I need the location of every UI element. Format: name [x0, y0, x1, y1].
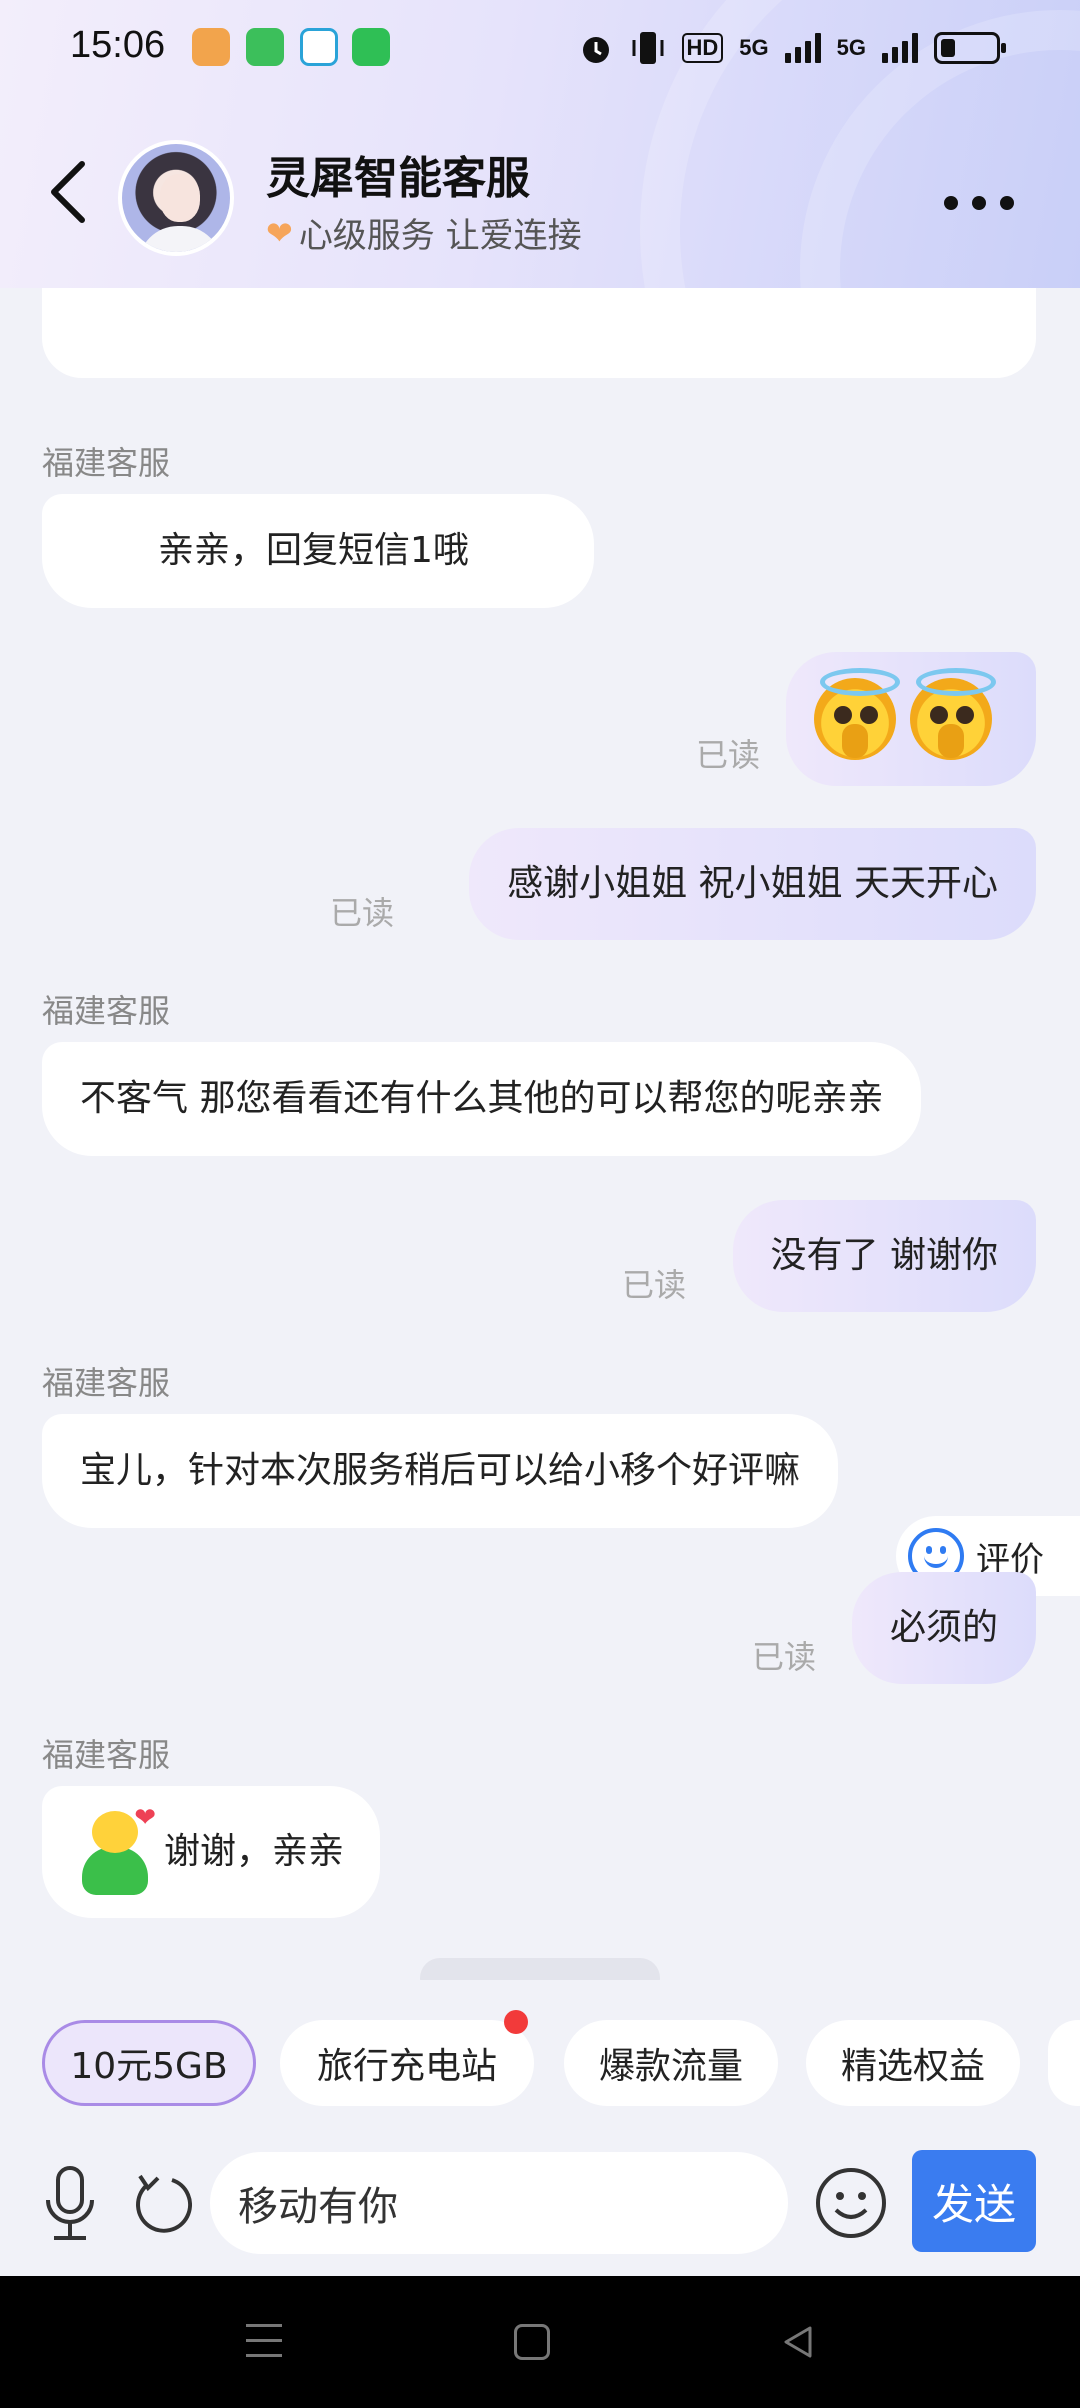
outgoing-message: 没有了 谢谢你	[732, 1200, 1036, 1312]
agent-avatar[interactable]	[118, 140, 234, 256]
outgoing-sticker-message	[786, 652, 1036, 786]
read-receipt: 已读	[696, 736, 761, 774]
new-badge	[504, 2010, 528, 2034]
sender-name: 福建客服	[42, 1364, 171, 1402]
sender-name: 福建客服	[42, 444, 171, 482]
sender-name: 福建客服	[42, 992, 171, 1030]
outgoing-message: 必须的	[851, 1572, 1036, 1684]
home-icon[interactable]	[514, 2324, 550, 2360]
incoming-message: 不客气 那您看看还有什么其他的可以帮您的呢亲亲	[42, 1042, 922, 1156]
input-bar: 移动有你 发送	[0, 2130, 1080, 2276]
waving-sticker-icon: ❤	[74, 1803, 156, 1897]
app-notification-icon	[192, 28, 230, 66]
refresh-icon[interactable]	[132, 2170, 192, 2236]
read-receipt: 已读	[622, 1266, 687, 1304]
status-bar: 15:06 HD 5G 5G	[0, 0, 1080, 96]
chip-10yuan-5gb[interactable]: 10元5GB	[42, 2020, 256, 2106]
chip-travel-charging[interactable]: 旅行充电站	[280, 2010, 534, 2106]
emoji-icon[interactable]	[814, 2166, 888, 2240]
signal-strength-icon	[784, 33, 821, 63]
message-input[interactable]: 移动有你	[210, 2152, 788, 2254]
hd-voice-icon: HD	[681, 33, 724, 63]
chip-hot-data[interactable]: 爆款流量	[564, 2020, 778, 2106]
send-button[interactable]: 发送	[912, 2150, 1036, 2252]
battery-icon	[934, 32, 1006, 64]
status-time: 15:06	[70, 24, 166, 66]
previous-message-card	[42, 288, 1036, 378]
microphone-icon[interactable]	[42, 2166, 98, 2242]
sender-name: 福建客服	[42, 1736, 171, 1774]
chip-label: 旅行充电站	[316, 2046, 497, 2087]
network-type-icon: 5G	[739, 35, 769, 60]
store-notification-icon	[352, 28, 390, 66]
incoming-sticker-message: ❤ 谢谢，亲亲	[42, 1786, 381, 1918]
read-receipt: 已读	[752, 1638, 817, 1676]
network-type-icon: 5G	[836, 35, 866, 60]
system-navigation-bar	[0, 2276, 1080, 2408]
read-receipt: 已读	[330, 894, 395, 932]
chat-subtitle: ❤ 心级服务 让爱连接	[266, 208, 582, 257]
message-notification-icon	[246, 28, 284, 66]
incoming-message: 亲亲，回复短信1哦	[42, 494, 594, 608]
chip-more[interactable]	[1048, 2020, 1080, 2106]
session-ended-notice	[420, 1958, 660, 1980]
chat-list[interactable]: 福建客服 亲亲，回复短信1哦 已读 已读 感谢小姐姐 祝小姐姐 天天开心 福建客…	[0, 288, 1080, 1980]
signal-strength-icon	[882, 33, 918, 63]
status-icons: HD 5G 5G	[578, 26, 1006, 70]
chat-header: 15:06 HD 5G 5G 灵犀智能客服 ❤ 心级服务 让爱连接	[0, 0, 1080, 288]
mobile-app-notification-icon	[300, 28, 338, 66]
vibrate-icon	[632, 32, 663, 64]
angel-emoji-icon	[814, 668, 900, 760]
alarm-icon	[582, 37, 609, 63]
chip-selected-benefits[interactable]: 精选权益	[806, 2020, 1020, 2106]
back-arrow-icon[interactable]	[44, 160, 92, 224]
chat-title: 灵犀智能客服	[266, 153, 530, 204]
outgoing-message: 感谢小姐姐 祝小姐姐 天天开心	[469, 828, 1036, 940]
angel-emoji-icon	[910, 668, 996, 760]
incoming-message: 宝儿，针对本次服务稍后可以给小移个好评嘛	[42, 1414, 839, 1528]
message-text: 谢谢，亲亲	[164, 1831, 345, 1873]
quick-reply-chips: 10元5GB 旅行充电站 爆款流量 精选权益	[0, 2010, 1080, 2106]
subtitle-text: 心级服务 让爱连接	[298, 216, 582, 256]
nav-back-icon[interactable]	[778, 2322, 818, 2362]
more-options-button[interactable]	[944, 196, 1014, 210]
heart-icon: ❤	[266, 213, 293, 252]
recent-apps-icon[interactable]	[246, 2324, 282, 2360]
